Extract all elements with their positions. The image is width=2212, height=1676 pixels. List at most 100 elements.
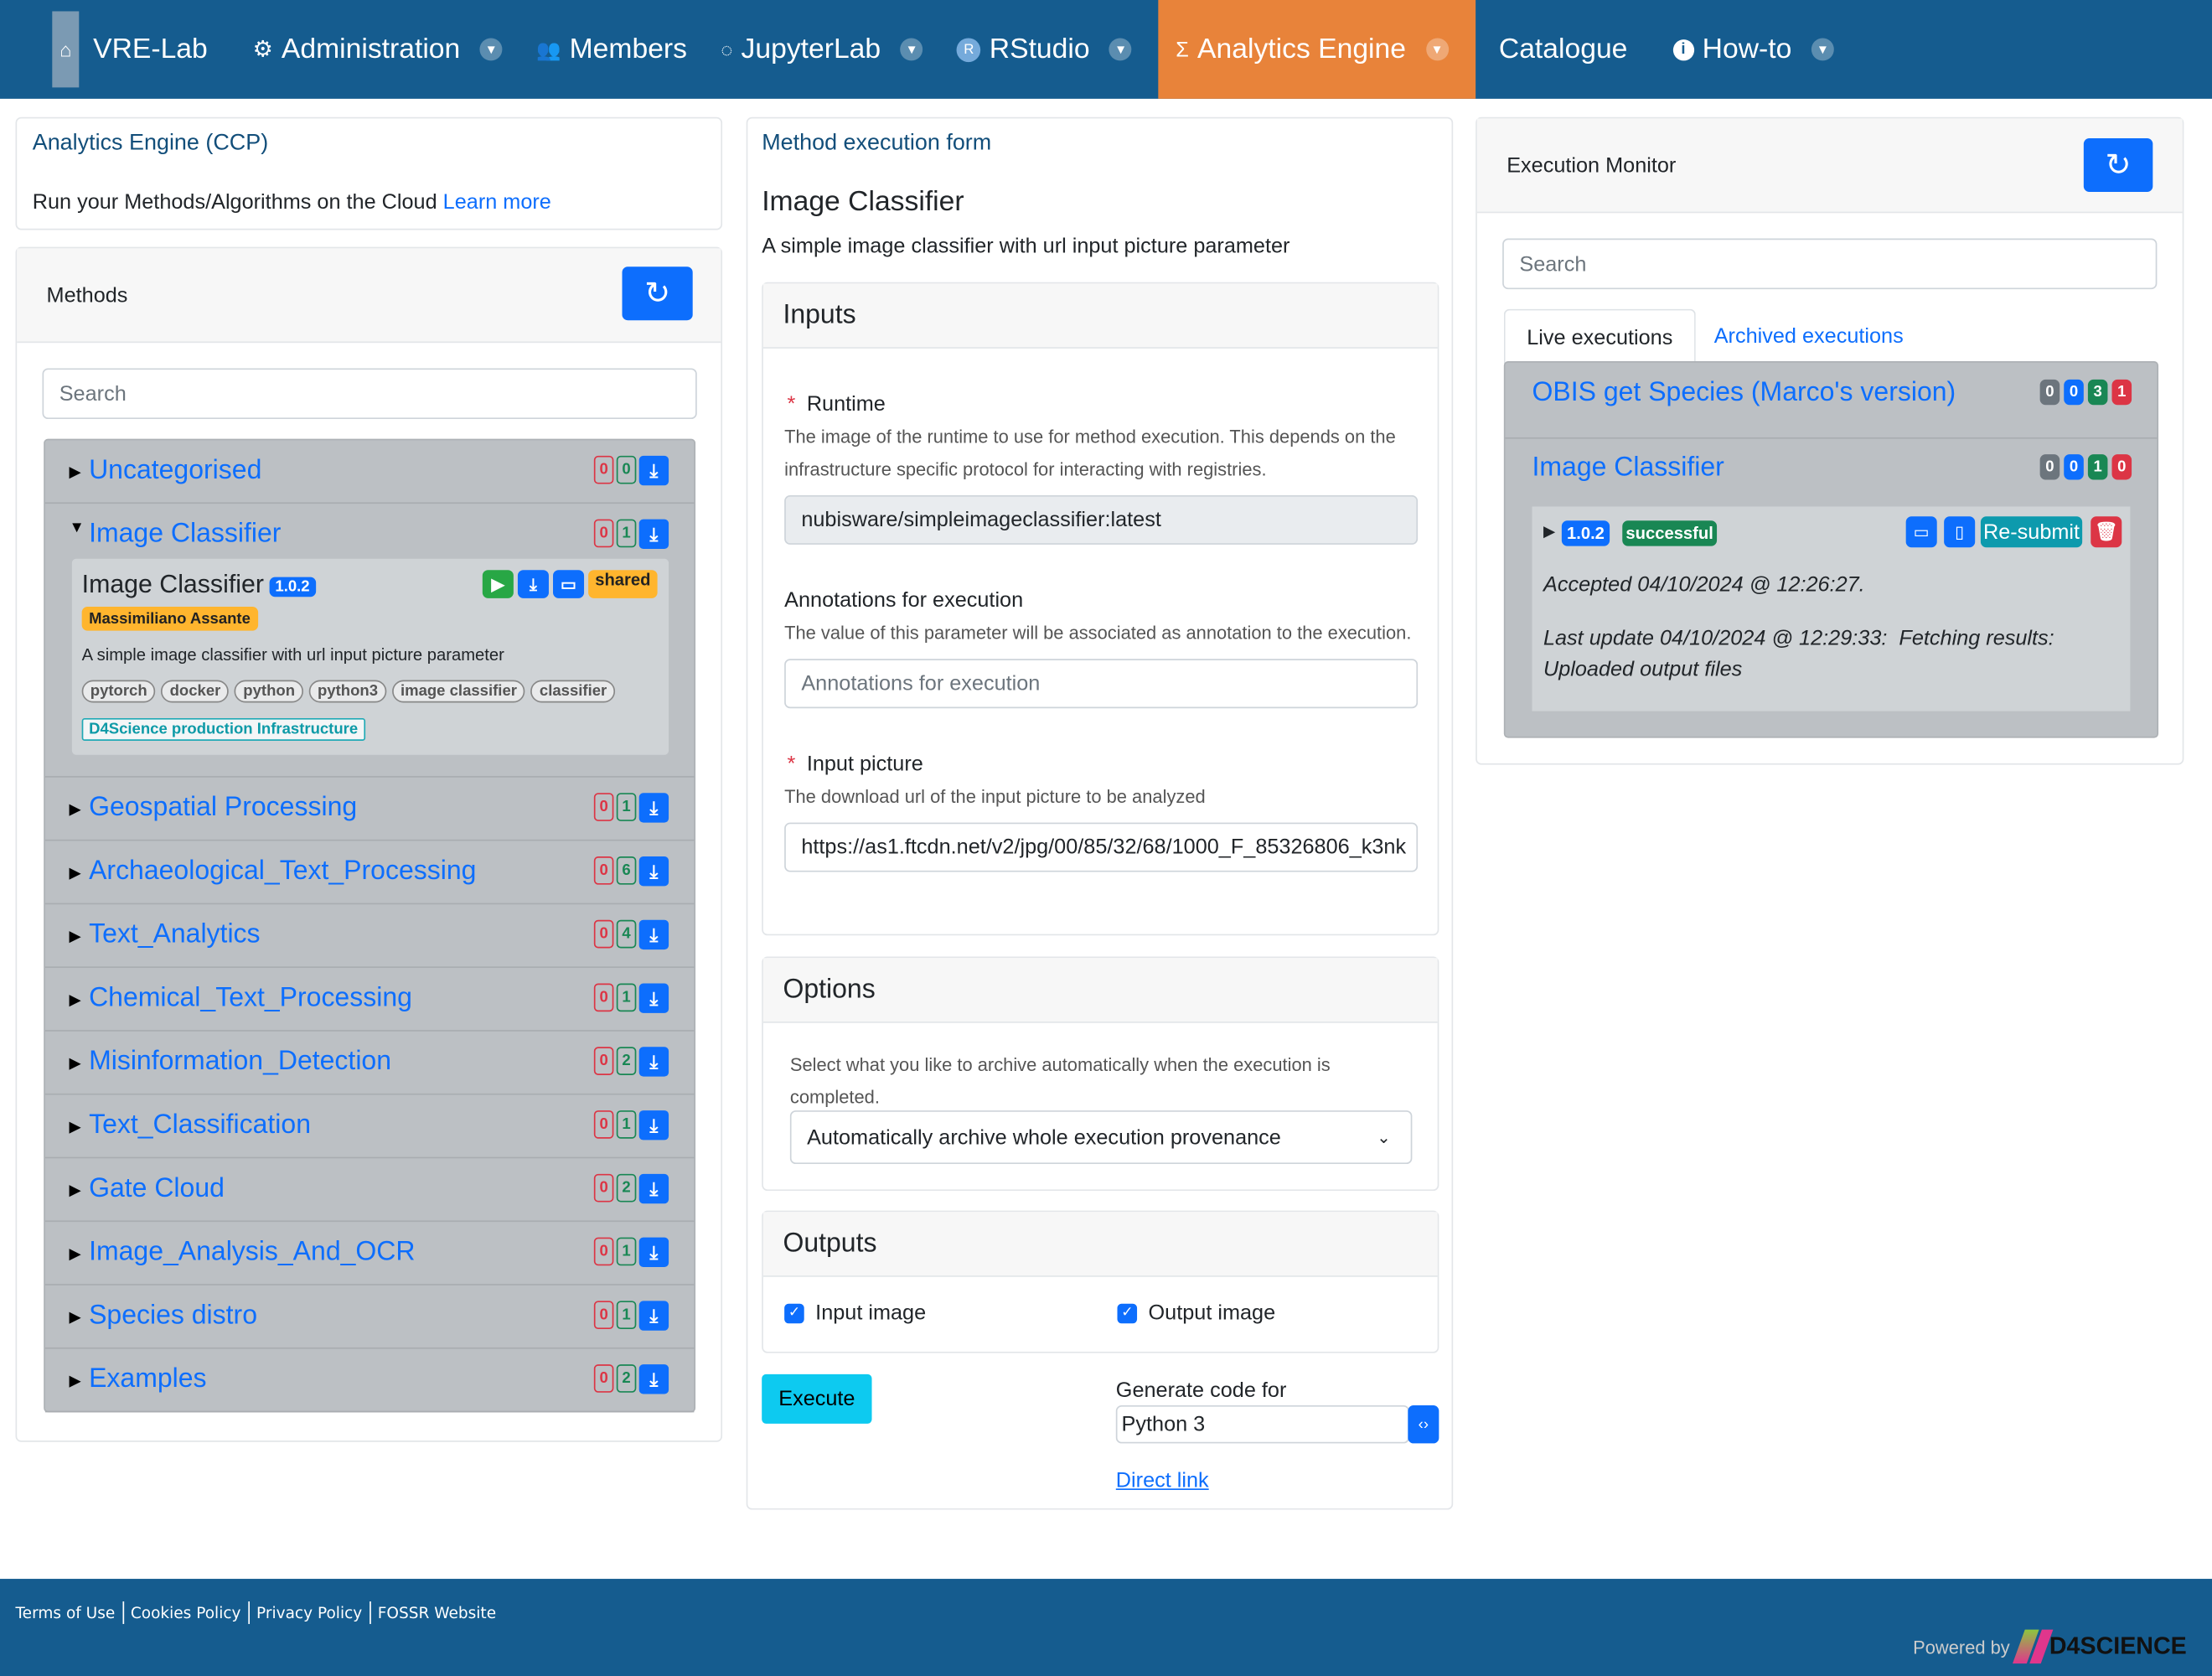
footer-link[interactable]: Privacy Policy (256, 1604, 362, 1622)
method-tag[interactable]: classifier (530, 680, 616, 703)
download-button[interactable]: ⤓ (638, 856, 669, 887)
method-category[interactable]: ▶ Archaeological_Text_Processing 0 6 ⤓ (44, 841, 695, 905)
delete-button[interactable]: 🗑 (2091, 516, 2122, 548)
chevron-down-icon[interactable]: ▼ (1811, 38, 1834, 61)
category-name[interactable]: Image_Analysis_And_OCR (89, 1238, 415, 1269)
methods-search-input[interactable]: Search (42, 368, 697, 420)
chevron-down-icon[interactable]: ▼ (900, 38, 923, 61)
chevron-down-icon[interactable]: ▼ (479, 38, 503, 61)
method-category[interactable]: ▼ Image Classifier 0 1 ⤓ Image Classifier 1.… (44, 504, 695, 778)
tab-archived-executions[interactable]: Archived executions (1714, 324, 1904, 349)
execution-group[interactable]: OBIS get Species (Marco's version) 0031 (1505, 363, 2158, 439)
nav-analytics-engine[interactable]: Σ Analytics Engine ▼ (1159, 0, 1476, 99)
method-category[interactable]: ▶ Chemical_Text_Processing 0 1 ⤓ (44, 968, 695, 1032)
category-name[interactable]: Geospatial Processing (89, 793, 357, 824)
chevron-down-icon[interactable]: ▼ (1425, 38, 1449, 61)
caret-right-icon[interactable]: ▶ (70, 799, 90, 817)
method-tag[interactable]: python3 (308, 680, 387, 703)
output-output-image[interactable]: ✓ Output image (1117, 1301, 1275, 1325)
nav-catalogue[interactable]: Catalogue (1476, 0, 1645, 99)
download-button[interactable]: ⤓ (638, 455, 669, 486)
caret-right-icon[interactable]: ▶ (70, 1371, 90, 1389)
download-button[interactable]: ⤓ (638, 519, 669, 549)
caret-right-icon[interactable]: ▶ (70, 1053, 90, 1072)
method-category[interactable]: ▶ Gate Cloud 0 2 ⤓ (44, 1158, 695, 1223)
generate-code-button[interactable]: ‹› (1408, 1404, 1439, 1444)
refresh-monitor-button[interactable]: ↻ (2083, 138, 2153, 192)
method-category[interactable]: ▶ Geospatial Processing 0 1 ⤓ (44, 778, 695, 841)
checkbox-checked-icon[interactable]: ✓ (784, 1302, 804, 1323)
refresh-methods-button[interactable]: ↻ (622, 266, 693, 321)
archive-button[interactable]: ▭ (553, 570, 585, 598)
nav-rstudio[interactable]: R RStudio ▼ (940, 0, 1149, 99)
category-name[interactable]: Text_Classification (89, 1110, 311, 1141)
direct-link[interactable]: Direct link (1116, 1469, 1209, 1493)
method-category[interactable]: ▶ Text_Classification 0 1 ⤓ (44, 1095, 695, 1159)
category-name[interactable]: Examples (89, 1364, 206, 1395)
method-category[interactable]: ▶ Image_Analysis_And_OCR 0 1 ⤓ (44, 1222, 695, 1285)
caret-right-icon[interactable]: ▶ (70, 1244, 90, 1262)
category-name[interactable]: Gate Cloud (89, 1174, 225, 1205)
download-button[interactable]: ⤓ (638, 1364, 669, 1394)
group-name[interactable]: OBIS get Species (Marco's version) (1532, 378, 1956, 409)
caret-right-icon[interactable]: ▶ (70, 863, 90, 881)
chevron-down-icon[interactable]: ▼ (1109, 38, 1133, 61)
method-tag[interactable]: pytorch (81, 680, 156, 703)
method-tag[interactable]: python (235, 680, 304, 703)
category-name[interactable]: Chemical_Text_Processing (89, 984, 412, 1015)
download-button[interactable]: ⤓ (638, 1173, 669, 1204)
checkbox-checked-icon[interactable]: ✓ (1117, 1302, 1138, 1323)
footer-link[interactable]: Cookies Policy (131, 1604, 241, 1622)
picture-input[interactable]: https://as1.ftcdn.net/v2/jpg/00/85/32/68… (784, 822, 1419, 872)
nav-how-to[interactable]: i How-to ▼ (1645, 0, 1851, 99)
monitor-search-input[interactable]: Search (1502, 238, 2158, 290)
download-button[interactable]: ⤓ (638, 1047, 669, 1077)
category-name[interactable]: Archaeological_Text_Processing (89, 856, 476, 887)
category-name[interactable]: Text_Analytics (89, 920, 260, 951)
download-button[interactable]: ⤓ (517, 570, 549, 598)
annotations-input[interactable]: Annotations for execution (784, 659, 1419, 709)
output-input-image[interactable]: ✓ Input image (784, 1301, 926, 1325)
nav-members[interactable]: 👥 Members (519, 0, 704, 99)
method-category[interactable]: ▶ Species distro 0 1 ⤓ (44, 1285, 695, 1349)
download-button[interactable]: ⤓ (638, 919, 669, 950)
run-button[interactable]: ▶ (482, 570, 514, 598)
nav-vre-lab[interactable]: ⌂ VRE-Lab (35, 0, 225, 99)
archive-button[interactable]: ▭ (1905, 516, 1937, 548)
execution-group[interactable]: Image Classifier 0010 ▶ 1.0.2 successful… (1506, 437, 2158, 737)
method-tag[interactable]: docker (161, 680, 230, 703)
method-tag[interactable]: image classifier (391, 680, 526, 703)
group-name[interactable]: Image Classifier (1532, 453, 1724, 484)
caret-right-icon[interactable]: ▶ (70, 926, 90, 944)
archive-select[interactable]: Automatically archive whole execution pr… (789, 1110, 1413, 1165)
folder-button[interactable]: ▯ (1944, 516, 1976, 548)
resubmit-button[interactable]: Re-submit (1980, 516, 2083, 548)
category-name[interactable]: Misinformation_Detection (89, 1047, 391, 1078)
download-button[interactable]: ⤓ (638, 983, 669, 1013)
download-button[interactable]: ⤓ (638, 793, 669, 823)
runtime-input[interactable]: nubisware/simpleimageclassifier:latest (784, 494, 1419, 545)
method-category[interactable]: ▶ Text_Analytics 0 4 ⤓ (44, 904, 695, 969)
tab-live-executions[interactable]: Live executions (1503, 308, 1696, 365)
method-category[interactable]: ▶ Misinformation_Detection 0 2 ⤓ (44, 1032, 695, 1095)
expand-icon[interactable]: ▶ (1543, 522, 1555, 541)
caret-right-icon[interactable]: ▶ (70, 462, 90, 480)
caret-right-icon[interactable]: ▶ (70, 1117, 90, 1135)
footer-link[interactable]: Terms of Use (16, 1604, 116, 1622)
download-button[interactable]: ⤓ (638, 1301, 669, 1331)
category-name[interactable]: Species distro (89, 1301, 257, 1332)
execute-button[interactable]: Execute (762, 1373, 872, 1424)
download-button[interactable]: ⤓ (638, 1237, 669, 1267)
caret-right-icon[interactable]: ▶ (70, 1307, 90, 1326)
category-name[interactable]: Image Classifier (89, 520, 281, 551)
nav-administration[interactable]: ⚙ Administration ▼ (235, 0, 519, 99)
learn-more-link[interactable]: Learn more (443, 190, 551, 215)
footer-link[interactable]: FOSSR Website (378, 1604, 496, 1622)
nav-jupyterlab[interactable]: ◌ JupyterLab ▼ (704, 0, 940, 99)
download-button[interactable]: ⤓ (638, 1110, 669, 1141)
caret-right-icon[interactable]: ▶ (70, 990, 90, 1008)
caret-down-icon[interactable]: ▼ (70, 520, 90, 536)
method-category[interactable]: ▶ Uncategorised 0 0 ⤓ (44, 440, 695, 504)
category-name[interactable]: Uncategorised (89, 456, 261, 487)
method-name[interactable]: Image Classifier (82, 570, 264, 599)
